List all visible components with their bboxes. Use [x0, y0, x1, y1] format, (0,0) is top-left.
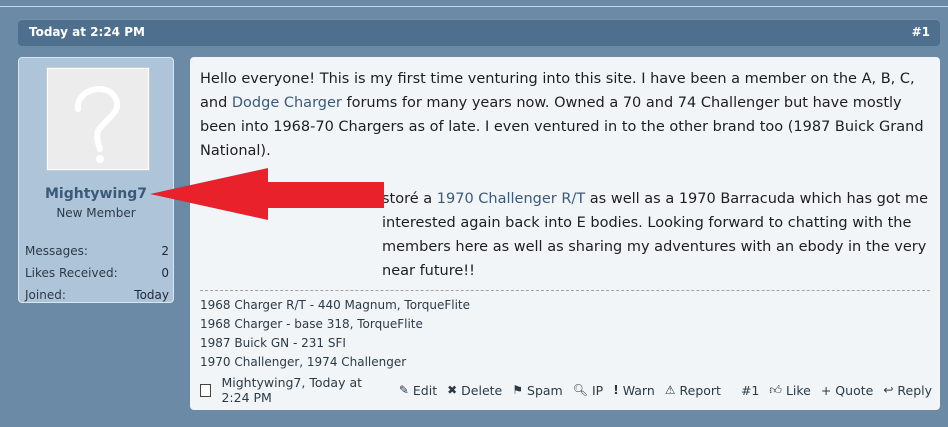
post-meta[interactable]: Mightywing7, Today at 2:24 PM: [221, 375, 388, 405]
pencil-icon: ✎: [398, 383, 409, 397]
warning-icon: ⚠: [664, 383, 676, 397]
post-actions-right: #1 👍︎ Like + Quote ↩ Reply: [731, 383, 932, 398]
spam-label: Spam: [527, 382, 563, 398]
close-icon: ✖: [447, 383, 458, 397]
message-text: storé a: [382, 191, 437, 207]
stat-messages: Messages: 2: [25, 240, 169, 262]
report-label: Report: [679, 382, 721, 398]
flag-icon: ⚑: [512, 383, 524, 397]
edit-button[interactable]: ✎ Edit: [399, 383, 437, 398]
edit-label: Edit: [412, 382, 438, 398]
thumbs-up-icon: 👍︎: [769, 382, 782, 397]
post-header: Today at 2:24 PM #1: [18, 19, 940, 46]
search-icon: 🔍︎: [572, 383, 588, 397]
ip-label: IP: [591, 382, 604, 398]
post-actions: ✎ Edit ✖ Delete ⚑ Spam 🔍︎ IP ! Warn ⚠ Report: [399, 383, 731, 398]
delete-button[interactable]: ✖ Delete: [447, 383, 502, 398]
post-permalink[interactable]: #1: [741, 383, 759, 398]
quote-button[interactable]: + Quote: [821, 383, 873, 398]
stat-value[interactable]: 2: [161, 244, 169, 258]
question-mark-avatar-icon: [75, 86, 121, 163]
stat-label: Likes Received:: [25, 266, 118, 280]
red-arrow-annotation: [150, 168, 384, 220]
warn-button[interactable]: ! Warn: [613, 383, 655, 398]
message-link[interactable]: 1970 Challenger R/T: [437, 191, 585, 207]
stat-likes: Likes Received: 0: [25, 262, 169, 284]
reply-icon: ↩: [883, 383, 894, 397]
select-checkbox[interactable]: [200, 383, 212, 397]
signature-line: 1987 Buick GN - 231 SFI: [200, 336, 346, 350]
post-footer: Mightywing7, Today at 2:24 PM ✎ Edit ✖ Del…: [200, 375, 932, 405]
stat-value: 0: [161, 266, 169, 280]
signature-line: 1968 Charger - base 318, TorqueFlite: [200, 317, 423, 331]
stat-label: Joined:: [25, 288, 66, 302]
post-number[interactable]: #1: [912, 25, 930, 39]
post-content: Hello everyone! This is my first time ve…: [190, 57, 940, 410]
warn-label: Warn: [622, 382, 655, 398]
message-link[interactable]: Dodge Charger: [232, 95, 342, 111]
delete-label: Delete: [461, 382, 503, 398]
report-button[interactable]: ⚠ Report: [665, 383, 721, 398]
signature-line: 1970 Challenger, 1974 Challenger: [200, 355, 407, 369]
signature: 1968 Charger R/T - 440 Magnum, TorqueFli…: [200, 296, 470, 372]
avatar[interactable]: [47, 68, 149, 170]
top-divider: [0, 6, 948, 7]
stat-value: Today: [134, 288, 169, 302]
stat-label: Messages:: [25, 244, 88, 258]
signature-line: 1968 Charger R/T - 440 Magnum, TorqueFli…: [200, 298, 471, 312]
like-button[interactable]: 👍︎ Like: [769, 383, 810, 398]
spam-button[interactable]: ⚑ Spam: [512, 383, 562, 398]
reply-label: Reply: [897, 382, 932, 398]
ip-button[interactable]: 🔍︎ IP: [573, 383, 603, 398]
message-paragraph: Hello everyone! This is my first time ve…: [200, 67, 930, 163]
signature-divider: [200, 290, 930, 291]
like-label: Like: [785, 382, 811, 398]
reply-button[interactable]: ↩ Reply: [883, 383, 932, 398]
exclamation-icon: !: [613, 383, 619, 397]
post-date[interactable]: Today at 2:24 PM: [29, 25, 145, 39]
user-stats: Messages: 2 Likes Received: 0 Joined: To…: [25, 240, 169, 306]
stat-joined: Joined: Today: [25, 284, 169, 306]
